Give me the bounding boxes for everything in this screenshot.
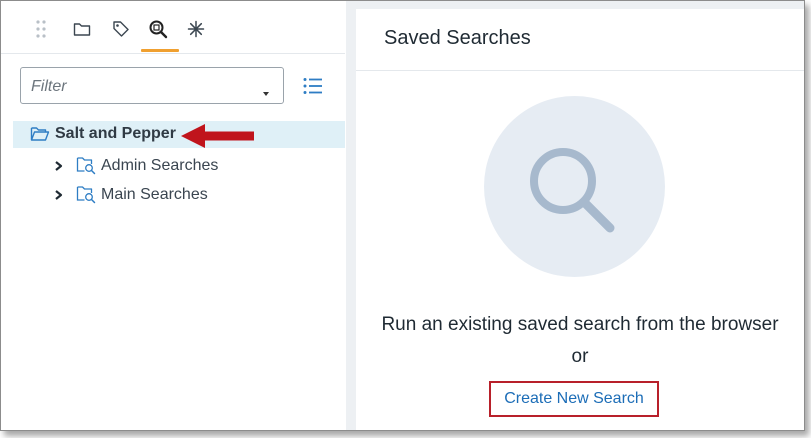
drag-handle-icon[interactable]: [27, 15, 55, 43]
tree-node-main-searches[interactable]: Main Searches: [51, 183, 331, 207]
empty-state-illustration: [484, 96, 665, 277]
arrow-left-icon: [181, 123, 256, 154]
filter-input[interactable]: [21, 68, 263, 105]
browser-toolbar: [1, 1, 345, 54]
tree-node-salt-and-pepper[interactable]: Salt and Pepper: [13, 121, 345, 148]
panel-title: Saved Searches: [384, 27, 531, 49]
folder-icon[interactable]: [68, 15, 96, 43]
app-window: Salt and Pepper Admin Searches: [0, 0, 805, 431]
chevron-right-icon[interactable]: [51, 158, 67, 174]
browser-pane: Salt and Pepper Admin Searches: [1, 1, 345, 430]
create-new-search-button[interactable]: Create New Search: [489, 381, 659, 417]
divider: [356, 70, 804, 71]
caret-down-icon[interactable]: [263, 92, 269, 96]
tag-icon[interactable]: [107, 15, 135, 43]
empty-state-message: Run an existing saved search from the br…: [381, 314, 779, 335]
asterisk-icon[interactable]: [182, 15, 210, 43]
filter-dropdown[interactable]: [20, 67, 284, 105]
tree-node-label: Main Searches: [101, 186, 208, 203]
list-view-icon[interactable]: [301, 74, 325, 98]
saved-searches-pane: Saved Searches Run an existing saved sea…: [346, 1, 804, 430]
chevron-right-icon[interactable]: [51, 187, 67, 203]
active-tab-indicator: [141, 49, 179, 52]
tree-node-label: Admin Searches: [101, 157, 219, 174]
open-folder-icon: [30, 125, 50, 148]
or-separator-text: or: [571, 346, 589, 367]
magnifier-icon: [530, 148, 615, 233]
tree-node-admin-searches[interactable]: Admin Searches: [51, 154, 331, 178]
search-folder-icon: [76, 155, 96, 180]
saved-search-icon[interactable]: [144, 15, 172, 43]
search-folder-icon: [76, 184, 96, 209]
tree-node-label: Salt and Pepper: [55, 125, 176, 142]
saved-searches-card: Saved Searches Run an existing saved sea…: [356, 9, 804, 430]
